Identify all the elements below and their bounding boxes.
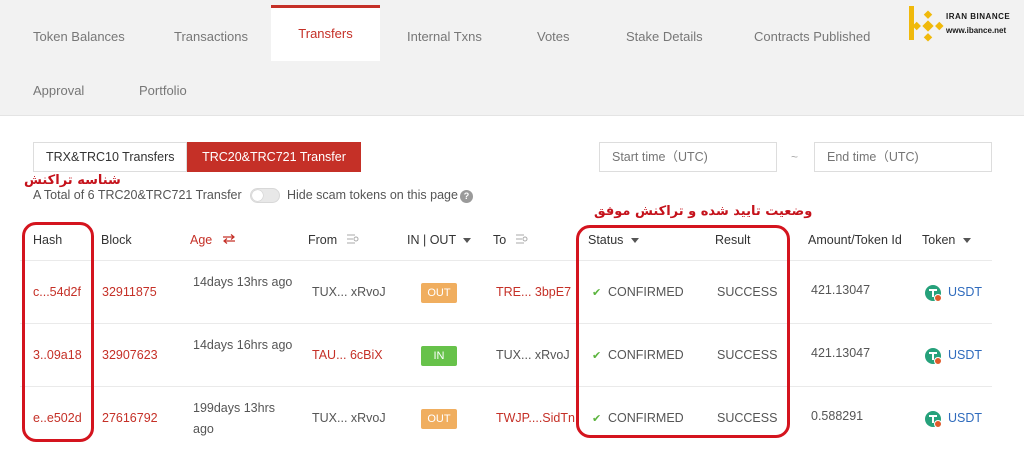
row-age: 14days 13hrs ago — [193, 275, 293, 289]
filter-icon[interactable] — [515, 234, 528, 244]
header-to[interactable]: To — [493, 233, 528, 247]
row-amount: 421.13047 — [811, 346, 871, 360]
tab-approval[interactable]: Approval — [33, 62, 84, 116]
tab-internal-txns[interactable]: Internal Txns — [407, 8, 482, 62]
caret-down-icon — [463, 238, 472, 243]
direction-badge: OUT — [421, 283, 457, 303]
tab-votes[interactable]: Votes — [537, 8, 570, 62]
tab-token-balances[interactable]: Token Balances — [33, 8, 125, 62]
header-token-label: Token — [922, 233, 956, 247]
binance-diamond-icon — [909, 6, 944, 42]
row-divider — [20, 323, 992, 324]
header-to-label: To — [493, 233, 507, 247]
header-age-label: Age — [190, 233, 213, 247]
usdt-token-icon — [925, 348, 942, 365]
row-block-link[interactable]: 32907623 — [102, 348, 158, 362]
total-transfers-text: A Total of 6 TRC20&TRC721 Transfer — [33, 188, 242, 202]
usdt-token-icon — [925, 411, 942, 428]
row-to-address[interactable]: TRE... 3bpE7 — [496, 285, 571, 299]
tab-contracts-published[interactable]: Contracts Published — [754, 8, 870, 62]
row-amount: 0.588291 — [811, 409, 864, 423]
filter-icon[interactable] — [346, 234, 359, 244]
logo-url: www.ibance.net — [946, 26, 1007, 35]
direction-badge: OUT — [421, 409, 457, 429]
date-range-separator: ~ — [791, 150, 799, 164]
logo-title: IRAN BINANCE — [946, 12, 1011, 21]
row-token-link[interactable]: USDT — [948, 348, 982, 362]
help-icon[interactable]: ? — [460, 190, 473, 203]
row-token-link[interactable]: USDT — [948, 285, 982, 299]
row-from-address[interactable]: TUX... xRvoJ — [312, 411, 386, 425]
tab-transfers[interactable]: Transfers — [271, 5, 380, 61]
usdt-token-icon — [925, 285, 942, 302]
header-divider — [20, 260, 992, 261]
hash-annotation-label: شناسه تراکنش — [24, 173, 121, 188]
header-token[interactable]: Token — [922, 233, 971, 247]
row-age: 199days 13hrs ago — [193, 401, 276, 436]
tab-bar: Token Balances Transactions Transfers In… — [0, 0, 1024, 116]
header-block: Block — [101, 233, 132, 247]
row-from-address[interactable]: TAU... 6cBiX — [312, 348, 383, 362]
status-annotation-label: وضعیت تایید شده و تراکنش موفق — [594, 204, 813, 219]
row-divider — [20, 386, 992, 387]
end-time-input[interactable] — [814, 142, 992, 172]
tab-portfolio[interactable]: Portfolio — [139, 62, 187, 116]
header-from[interactable]: From — [308, 233, 359, 247]
row-block-link[interactable]: 27616792 — [102, 411, 158, 425]
row-age: 14days 16hrs ago — [193, 338, 293, 352]
tab-stake-details[interactable]: Stake Details — [626, 8, 703, 62]
row-from-address[interactable]: TUX... xRvoJ — [312, 285, 386, 299]
header-from-label: From — [308, 233, 338, 247]
start-time-input[interactable] — [599, 142, 777, 172]
tab-transactions[interactable]: Transactions — [174, 8, 248, 62]
iran-binance-logo: IRAN BINANCE www.ibance.net — [908, 4, 1020, 48]
status-column-highlight — [576, 225, 790, 438]
header-inout-label: IN | OUT — [407, 233, 456, 247]
row-token-link[interactable]: USDT — [948, 411, 982, 425]
hash-column-highlight — [22, 222, 94, 442]
header-in-out[interactable]: IN | OUT — [407, 233, 472, 247]
row-block-link[interactable]: 32911875 — [102, 285, 157, 299]
hide-scam-toggle[interactable] — [250, 188, 280, 203]
direction-badge: IN — [421, 346, 457, 366]
row-amount: 421.13047 — [811, 283, 871, 297]
swap-icon[interactable] — [222, 234, 236, 244]
trx-trc10-transfers-button[interactable]: TRX&TRC10 Transfers — [33, 142, 187, 172]
hide-scam-label: Hide scam tokens on this page — [287, 188, 458, 202]
header-age[interactable]: Age — [190, 233, 236, 247]
trc20-trc721-transfer-button[interactable]: TRC20&TRC721 Transfer — [187, 142, 361, 172]
caret-down-icon — [962, 238, 971, 243]
header-amount: Amount/Token Id — [808, 233, 902, 247]
row-to-address[interactable]: TUX... xRvoJ — [496, 348, 570, 362]
row-to-address[interactable]: TWJP....SidTn — [496, 411, 575, 425]
